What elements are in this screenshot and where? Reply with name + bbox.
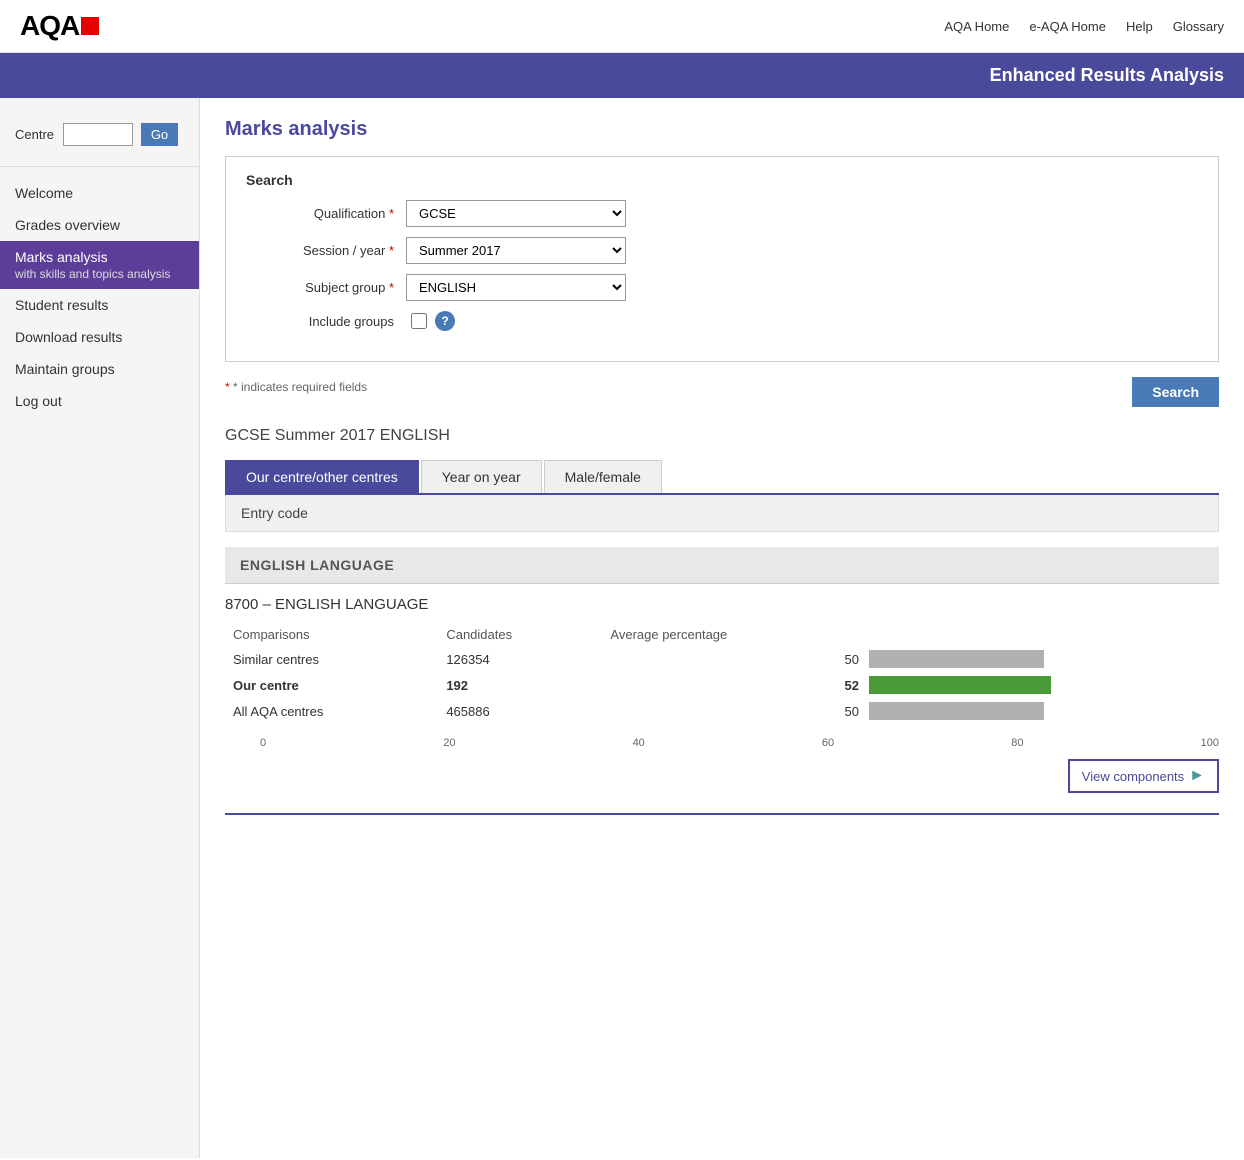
- sidebar-item-label-maintain: Maintain groups: [15, 361, 115, 377]
- sidebar-nav: Welcome Grades overview Marks analysis w…: [0, 177, 199, 417]
- main-layout: Centre Go Welcome Grades overview Marks …: [0, 98, 1244, 1158]
- top-nav-links: AQA Home e-AQA Home Help Glossary: [944, 19, 1224, 34]
- axis-tick-40: 40: [633, 737, 645, 749]
- qualification-select[interactable]: GCSE A-Level AS-Level: [406, 200, 626, 227]
- subject-divider: [225, 583, 1219, 584]
- qualification-label: Qualification *: [246, 206, 406, 221]
- required-star-qualification: *: [389, 206, 394, 221]
- cell-candidates: 465886: [438, 698, 602, 724]
- sidebar-item-student-results[interactable]: Student results: [0, 289, 199, 321]
- qualification-row: Qualification * GCSE A-Level AS-Level: [246, 200, 1198, 227]
- search-button[interactable]: Search: [1132, 377, 1219, 407]
- axis-tick-60: 60: [822, 737, 834, 749]
- header-bar: Enhanced Results Analysis: [0, 53, 1244, 98]
- results-title: GCSE Summer 2017 ENGLISH: [225, 427, 1219, 445]
- sidebar-item-label-logout: Log out: [15, 393, 62, 409]
- page-title: Marks analysis: [225, 118, 1219, 141]
- required-star-session: *: [389, 243, 394, 258]
- subject-group-row: Subject group * ENGLISH MATHS SCIENCE: [246, 274, 1198, 301]
- sidebar: Centre Go Welcome Grades overview Marks …: [0, 98, 200, 1158]
- sidebar-item-maintain-groups[interactable]: Maintain groups: [0, 353, 199, 385]
- session-select[interactable]: Summer 2017 Summer 2016 Summer 2015: [406, 237, 626, 264]
- required-star-subject: *: [389, 280, 394, 295]
- e-aqa-home-link[interactable]: e-AQA Home: [1029, 19, 1106, 34]
- search-footer: * * indicates required fields Search: [225, 377, 1219, 407]
- col-bar-chart-header: [869, 623, 1219, 646]
- session-year-row: Session / year * Summer 2017 Summer 2016…: [246, 237, 1198, 264]
- go-button[interactable]: Go: [141, 123, 178, 146]
- cell-bar: [869, 698, 1219, 724]
- sidebar-item-marks-analysis[interactable]: Marks analysis with skills and topics an…: [0, 241, 199, 289]
- cell-comparisons: All AQA centres: [225, 698, 438, 724]
- logo-square: [81, 17, 99, 35]
- centre-input[interactable]: [63, 123, 133, 146]
- sidebar-item-download-results[interactable]: Download results: [0, 321, 199, 353]
- cell-avg: 52: [602, 672, 869, 698]
- sidebar-item-label-download: Download results: [15, 329, 122, 345]
- sidebar-item-label-grades: Grades overview: [15, 217, 120, 233]
- cell-comparisons: Similar centres: [225, 646, 438, 672]
- chevron-right-icon: ►: [1189, 767, 1205, 785]
- centre-label: Centre: [15, 127, 54, 142]
- help-icon[interactable]: ?: [435, 311, 455, 331]
- entry-title: 8700 – ENGLISH LANGUAGE: [225, 596, 1219, 613]
- tab-male-female[interactable]: Male/female: [544, 460, 662, 493]
- search-legend: Search: [246, 172, 1198, 188]
- logo-text: AQA: [20, 10, 79, 42]
- view-components-button[interactable]: View components ►: [1068, 759, 1219, 793]
- table-row: All AQA centres 465886 50: [225, 698, 1219, 724]
- axis-tick-20: 20: [443, 737, 455, 749]
- subject-label: Subject group *: [246, 280, 406, 295]
- sidebar-item-sub-marks: with skills and topics analysis: [15, 267, 184, 281]
- col-candidates: Candidates: [438, 623, 602, 646]
- help-link[interactable]: Help: [1126, 19, 1153, 34]
- axis-tick-100: 100: [1201, 737, 1219, 749]
- sidebar-item-label-student: Student results: [15, 297, 108, 313]
- cell-candidates: 192: [438, 672, 602, 698]
- cell-bar: [869, 646, 1219, 672]
- main-content: Marks analysis Search Qualification * GC…: [200, 98, 1244, 1158]
- cell-avg: 50: [602, 646, 869, 672]
- bottom-border: [225, 813, 1219, 815]
- cell-candidates: 126354: [438, 646, 602, 672]
- subject-select[interactable]: ENGLISH MATHS SCIENCE: [406, 274, 626, 301]
- axis-tick-80: 80: [1011, 737, 1023, 749]
- cell-bar: [869, 672, 1219, 698]
- required-star-note: *: [225, 380, 230, 394]
- include-groups-checkbox[interactable]: [411, 313, 427, 329]
- subject-section: ENGLISH LANGUAGE: [225, 547, 1219, 583]
- tab-year-on-year[interactable]: Year on year: [421, 460, 542, 493]
- required-note: * * indicates required fields: [225, 380, 367, 394]
- aqa-home-link[interactable]: AQA Home: [944, 19, 1009, 34]
- table-row: Our centre 192 52: [225, 672, 1219, 698]
- sidebar-item-label-marks: Marks analysis: [15, 249, 108, 265]
- sidebar-item-log-out[interactable]: Log out: [0, 385, 199, 417]
- col-comparisons: Comparisons: [225, 623, 438, 646]
- top-navigation: AQA AQA Home e-AQA Home Help Glossary: [0, 0, 1244, 53]
- table-header-row: Entry code: [225, 495, 1219, 532]
- glossary-link[interactable]: Glossary: [1173, 19, 1224, 34]
- axis-labels-row: 0 20 40 60 80 100: [260, 734, 1219, 749]
- sidebar-item-welcome[interactable]: Welcome: [0, 177, 199, 209]
- header-title: Enhanced Results Analysis: [990, 65, 1224, 85]
- axis-tick-0: 0: [260, 737, 266, 749]
- include-groups-row: Include groups ?: [246, 311, 1198, 331]
- tab-our-centre[interactable]: Our centre/other centres: [225, 460, 419, 493]
- include-groups-label: Include groups: [246, 314, 406, 329]
- tabs-container: Our centre/other centres Year on year Ma…: [225, 460, 1219, 495]
- table-row: Similar centres 126354 50: [225, 646, 1219, 672]
- search-box: Search Qualification * GCSE A-Level AS-L…: [225, 156, 1219, 362]
- data-table: Comparisons Candidates Average percentag…: [225, 623, 1219, 724]
- aqa-logo: AQA: [20, 10, 99, 42]
- col-avg-pct: Average percentage: [602, 623, 869, 646]
- cell-avg: 50: [602, 698, 869, 724]
- view-components-row: View components ►: [225, 759, 1219, 793]
- session-label: Session / year *: [246, 243, 406, 258]
- cell-comparisons: Our centre: [225, 672, 438, 698]
- view-components-label: View components: [1082, 769, 1184, 784]
- sidebar-item-grades-overview[interactable]: Grades overview: [0, 209, 199, 241]
- sidebar-item-label-welcome: Welcome: [15, 185, 73, 201]
- sidebar-centre-section: Centre Go: [0, 113, 199, 167]
